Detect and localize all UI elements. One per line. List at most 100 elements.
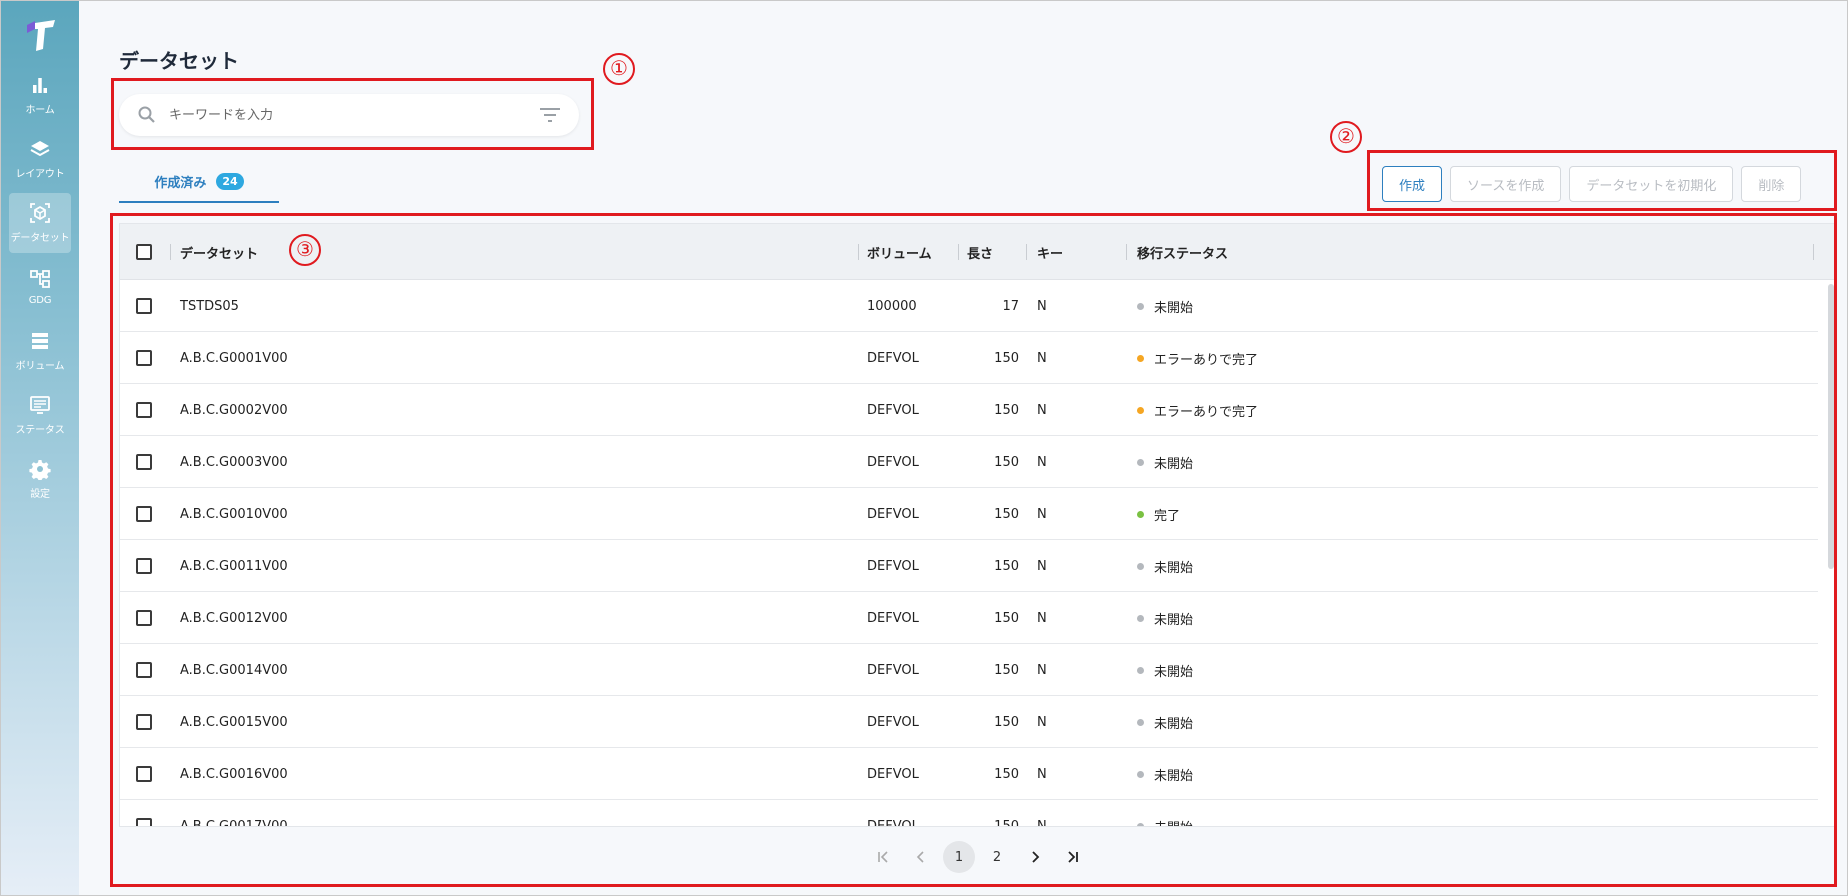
status-dot-icon [1137, 666, 1144, 674]
row-checkbox[interactable] [136, 558, 152, 574]
chevron-left-icon [916, 851, 924, 863]
key-cell: N [1037, 454, 1047, 470]
row-checkbox[interactable] [136, 350, 152, 366]
row-checkbox[interactable] [136, 506, 152, 522]
length-cell: 150 [994, 818, 1019, 827]
key-cell: N [1037, 766, 1047, 782]
row-select-cell [136, 644, 152, 696]
row-select-cell [136, 332, 152, 384]
column-header-volume[interactable]: ボリューム [867, 224, 932, 280]
row-checkbox[interactable] [136, 766, 152, 782]
column-header-dataset[interactable]: データセット [180, 224, 258, 280]
column-header-key[interactable]: キー [1037, 224, 1063, 280]
storage-icon [32, 333, 48, 349]
status-label: 未開始 [1154, 300, 1194, 316]
initialize-dataset-button[interactable]: データセットを初期化 [1569, 166, 1734, 202]
sidebar-item-volume[interactable]: ボリューム [9, 321, 71, 381]
sidebar-item-status[interactable]: ステータス [9, 385, 71, 445]
page-button-2[interactable]: 2 [981, 841, 1013, 873]
status-dot-icon [1137, 406, 1144, 414]
sidebar-item-settings[interactable]: 設定 [9, 449, 71, 509]
dataset-name-cell: A.B.C.G0016V00 [180, 766, 288, 782]
first-page-icon [878, 851, 888, 863]
create-button[interactable]: 作成 [1382, 166, 1443, 202]
length-cell: 17 [1002, 298, 1019, 314]
table-row[interactable]: A.B.C.G0011V00 DEFVOL 150 N 未開始 [120, 540, 1818, 592]
status-cell: 未開始 [1137, 748, 1193, 800]
create-source-button[interactable]: ソースを作成 [1450, 166, 1562, 202]
column-divider [1126, 244, 1127, 260]
sidebar-item-home[interactable]: ホーム [9, 65, 71, 125]
length-cell: 150 [994, 558, 1019, 574]
sidebar-item-gdg[interactable]: GDG [9, 257, 71, 317]
column-divider [958, 244, 959, 260]
table-row[interactable]: A.B.C.G0001V00 DEFVOL 150 N エラーありで完了 [120, 332, 1818, 384]
main-content: データセット 作成済み 24 作成 ソースを作成 データセットを初期化 削除 デ… [79, 1, 1847, 895]
table-row[interactable]: A.B.C.G0014V00 DEFVOL 150 N 未開始 [120, 644, 1818, 696]
status-label: 未開始 [1154, 768, 1194, 784]
tab-created[interactable]: 作成済み 24 [119, 161, 279, 203]
table-row[interactable]: A.B.C.G0017V00 DEFVOL 150 N 未開始 [120, 800, 1818, 827]
volume-cell: DEFVOL [867, 506, 919, 522]
search-input[interactable] [169, 107, 539, 123]
row-checkbox[interactable] [136, 454, 152, 470]
page-title: データセット [119, 49, 239, 73]
last-page-button[interactable] [1057, 841, 1089, 873]
length-cell: 150 [994, 350, 1019, 366]
status-cell: 未開始 [1137, 540, 1193, 592]
table-row[interactable]: A.B.C.G0012V00 DEFVOL 150 N 未開始 [120, 592, 1818, 644]
column-divider [170, 244, 171, 260]
column-header-status[interactable]: 移行ステータス [1137, 224, 1228, 280]
status-cell: 未開始 [1137, 696, 1193, 748]
volume-cell: DEFVOL [867, 402, 919, 418]
table-row[interactable]: A.B.C.G0015V00 DEFVOL 150 N 未開始 [120, 696, 1818, 748]
dataset-name-cell: A.B.C.G0014V00 [180, 662, 288, 678]
tab-label: 作成済み [154, 175, 207, 191]
row-checkbox[interactable] [136, 662, 152, 678]
row-select-cell [136, 436, 152, 488]
first-page-button[interactable] [867, 841, 899, 873]
table-row[interactable]: A.B.C.G0002V00 DEFVOL 150 N エラーありで完了 [120, 384, 1818, 436]
table-row[interactable]: A.B.C.G0003V00 DEFVOL 150 N 未開始 [120, 436, 1818, 488]
delete-button[interactable]: 削除 [1741, 166, 1802, 202]
row-select-cell [136, 540, 152, 592]
vertical-scrollbar[interactable] [1828, 284, 1834, 569]
key-cell: N [1037, 558, 1047, 574]
status-dot-icon [1137, 718, 1144, 726]
row-checkbox[interactable] [136, 298, 152, 314]
sidebar-item-layout[interactable]: レイアウト [9, 129, 71, 189]
filter-icon[interactable] [539, 106, 561, 124]
row-select-cell [136, 280, 152, 332]
status-cell: エラーありで完了 [1137, 384, 1258, 436]
status-label: 未開始 [1154, 664, 1194, 680]
table-row[interactable]: A.B.C.G0016V00 DEFVOL 150 N 未開始 [120, 748, 1818, 800]
dataset-name-cell: A.B.C.G0001V00 [180, 350, 288, 366]
status-dot-icon [1137, 354, 1144, 362]
row-select-cell [136, 592, 152, 644]
column-divider [1813, 244, 1814, 260]
column-header-length[interactable]: 長さ [967, 224, 993, 280]
hierarchy-icon [30, 270, 50, 288]
status-dot-icon [1137, 614, 1144, 622]
status-label: 未開始 [1154, 612, 1194, 628]
key-cell: N [1037, 662, 1047, 678]
monitor-icon [30, 396, 50, 414]
status-cell: 未開始 [1137, 436, 1193, 488]
select-all-cell [136, 224, 152, 280]
prev-page-button[interactable] [905, 841, 937, 873]
status-cell: 完了 [1137, 488, 1180, 540]
select-all-checkbox[interactable] [136, 244, 152, 260]
table-row[interactable]: A.B.C.G0010V00 DEFVOL 150 N 完了 [120, 488, 1818, 540]
row-checkbox[interactable] [136, 610, 152, 626]
status-cell: 未開始 [1137, 800, 1193, 826]
next-page-button[interactable] [1019, 841, 1051, 873]
row-checkbox[interactable] [136, 714, 152, 730]
chevron-right-icon [1032, 851, 1040, 863]
page-button-1[interactable]: 1 [943, 841, 975, 873]
row-checkbox[interactable] [136, 402, 152, 418]
sidebar-item-dataset[interactable]: データセット [9, 193, 71, 253]
row-checkbox[interactable] [136, 818, 152, 826]
volume-cell: DEFVOL [867, 818, 919, 827]
search-box[interactable] [119, 94, 579, 136]
table-row[interactable]: TSTDS05 100000 17 N 未開始 [120, 280, 1818, 332]
